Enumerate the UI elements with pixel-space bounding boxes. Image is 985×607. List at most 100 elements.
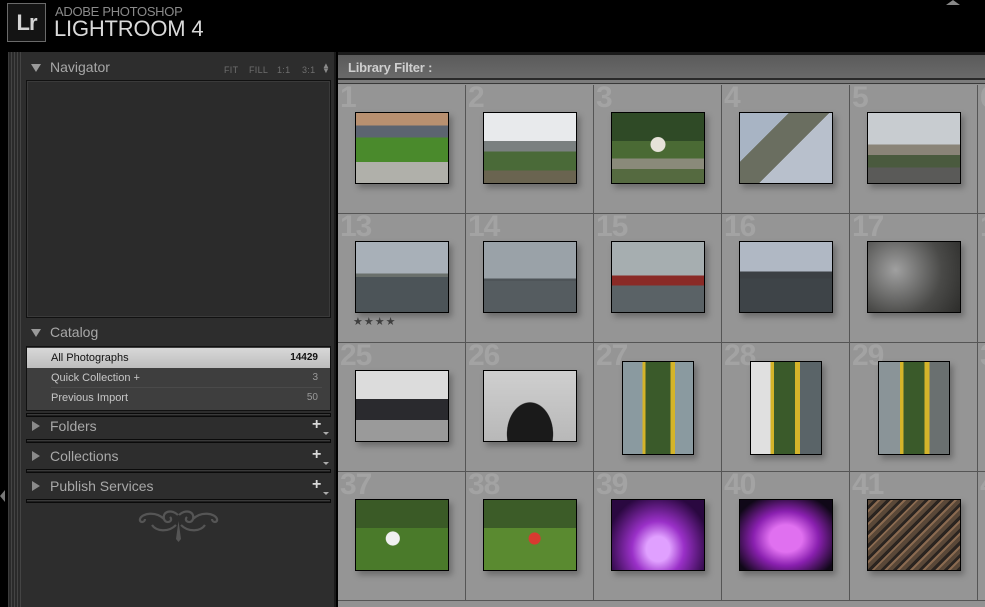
- zoom-3-1-button[interactable]: 3:1: [302, 65, 315, 75]
- photo-thumbnail-crane-against-sky[interactable]: [739, 112, 833, 184]
- collections-title: Collections: [50, 448, 119, 464]
- brand-title: LIGHTROOM 4: [54, 16, 204, 41]
- star-rating[interactable]: ★★★★: [353, 315, 396, 328]
- cell-index-number: 40: [724, 472, 756, 501]
- grid-cell[interactable]: 18: [978, 214, 985, 343]
- grid-cell[interactable]: 2: [466, 85, 594, 214]
- expand-triangle-icon: [31, 329, 41, 337]
- grid-cell[interactable]: 14: [466, 214, 594, 343]
- cell-index-number: 26: [468, 343, 500, 372]
- grid-cell[interactable]: 16: [722, 214, 850, 343]
- grid-cell[interactable]: 3: [594, 85, 722, 214]
- photo-thumbnail-river-shoreline[interactable]: [355, 241, 449, 313]
- photo-thumbnail-grey-river[interactable]: [483, 241, 577, 313]
- catalog-item-count: 50: [306, 392, 318, 403]
- panel-end-ornament-icon: [138, 510, 219, 542]
- grid-cell[interactable]: 6: [978, 85, 985, 214]
- collapsed-triangle-icon: [32, 451, 40, 461]
- publish-services-title: Publish Services: [50, 478, 154, 494]
- grid-cell[interactable]: 37: [338, 472, 466, 601]
- grid-cell[interactable]: 27: [594, 343, 722, 472]
- catalog-item-label: Quick Collection +: [51, 372, 140, 384]
- catalog-item-all-photographs[interactable]: All Photographs 14429: [27, 348, 330, 368]
- grid-cell[interactable]: 25: [338, 343, 466, 472]
- cell-index-number: 30: [980, 343, 985, 373]
- left-panel-grip[interactable]: [8, 52, 21, 607]
- navigator-header[interactable]: Navigator FIT FILL 1:1 3:1 ▲ ▼: [21, 54, 336, 80]
- catalog-item-count: 3: [312, 372, 318, 383]
- filter-bar-edge: [338, 80, 985, 84]
- grid-cell[interactable]: 4: [722, 85, 850, 214]
- grid-cell[interactable]: 41: [850, 472, 978, 601]
- grid-cell[interactable]: 39: [594, 472, 722, 601]
- cell-index-number: 13: [340, 214, 372, 243]
- catalog-header[interactable]: Catalog: [21, 319, 336, 345]
- photo-thumbnail-bridge-over-river[interactable]: [483, 112, 577, 184]
- cell-index-number: 38: [468, 472, 500, 501]
- collections-header[interactable]: Collections +: [21, 443, 336, 469]
- grid-cell[interactable]: 17: [850, 214, 978, 343]
- panel-divider: [26, 499, 331, 503]
- photo-thumbnail-container-ship[interactable]: [611, 241, 705, 313]
- catalog-item-quick-collection[interactable]: Quick Collection + 3: [27, 368, 330, 388]
- grid-cell[interactable]: 13 ★★★★: [338, 214, 466, 343]
- photo-thumbnail-wet-glass-abstract[interactable]: [867, 241, 961, 313]
- photo-thumbnail-purple-fountain[interactable]: [611, 499, 705, 571]
- navigator-preview[interactable]: [26, 80, 331, 318]
- expand-left-panel-icon[interactable]: [0, 490, 5, 502]
- catalog-item-count: 14429: [290, 352, 318, 363]
- cell-index-number: 4: [724, 85, 741, 114]
- grid-cell[interactable]: 5: [850, 85, 978, 214]
- navigator-title: Navigator: [50, 59, 110, 75]
- photo-thumbnail-city-skyline-river[interactable]: [739, 241, 833, 313]
- grid-cell[interactable]: 26: [466, 343, 594, 472]
- add-publish-service-icon[interactable]: +: [312, 477, 329, 495]
- grid-cell[interactable]: 40: [722, 472, 850, 601]
- photo-thumbnail-purple-stage[interactable]: [739, 499, 833, 571]
- grid-cell[interactable]: 15: [594, 214, 722, 343]
- zoom-stepper-icon[interactable]: ▲ ▼: [322, 62, 330, 75]
- catalog-title: Catalog: [50, 324, 99, 340]
- folders-header[interactable]: Folders +: [21, 413, 336, 439]
- photo-thumbnail-man-with-bicycle[interactable]: [355, 112, 449, 184]
- collapse-top-panel-icon[interactable]: [946, 0, 960, 5]
- photo-thumbnail-yellow-phone-booth-crowd[interactable]: [750, 361, 822, 455]
- catalog-item-label: All Photographs: [51, 352, 129, 364]
- grid-cell[interactable]: 1: [338, 85, 466, 214]
- publish-services-header[interactable]: Publish Services +: [21, 473, 336, 499]
- grid-cell[interactable]: 29: [850, 343, 978, 472]
- zoom-fit-button[interactable]: FIT: [224, 65, 238, 75]
- cell-index-number: 6: [980, 85, 985, 115]
- cell-index-number: 3: [596, 85, 613, 114]
- photo-thumbnail-man-on-bench[interactable]: [611, 112, 705, 184]
- photo-thumbnail-scrap-wood-abstract[interactable]: [867, 499, 961, 571]
- thumbnail-grid: 1 2 3 4 5 6 13 ★★★★ 14 15 16 17 18 25 26 27282930 37 38 39…: [338, 85, 985, 607]
- cell-index-number: 18: [980, 214, 985, 244]
- photo-thumbnail-picnic-white-shirt[interactable]: [355, 499, 449, 571]
- photo-thumbnail-two-men-seated[interactable]: [355, 370, 449, 442]
- zoom-1-1-button[interactable]: 1:1: [277, 65, 290, 75]
- cell-index-number: 42: [980, 472, 985, 502]
- left-panel: Navigator FIT FILL 1:1 3:1 ▲ ▼ Catalog Al…: [21, 52, 336, 607]
- photo-thumbnail-yellow-phone-booth[interactable]: [622, 361, 694, 455]
- grid-cell[interactable]: 42: [978, 472, 985, 601]
- add-collection-icon[interactable]: +: [312, 447, 329, 465]
- photo-thumbnail-harbor-with-crane[interactable]: [867, 112, 961, 184]
- grid-cell[interactable]: 28: [722, 343, 850, 472]
- collapsed-triangle-icon: [32, 481, 40, 491]
- cell-index-number: 14: [468, 214, 500, 243]
- cell-index-number: 41: [852, 472, 884, 501]
- cell-index-number: 16: [724, 214, 756, 243]
- photo-thumbnail-yellow-phone-booth-side[interactable]: [878, 361, 950, 455]
- catalog-item-previous-import[interactable]: Previous Import 50: [27, 388, 330, 408]
- add-folder-icon[interactable]: +: [312, 417, 329, 435]
- grid-cell[interactable]: 30: [978, 343, 985, 472]
- photo-thumbnail-man-hands-on-head[interactable]: [483, 370, 577, 442]
- expand-triangle-icon: [31, 64, 41, 72]
- cell-index-number: 37: [340, 472, 372, 501]
- zoom-fill-button[interactable]: FILL: [249, 65, 268, 75]
- library-grid-view: Library Filter : 1 2 3 4 5 6 13 ★★★★ 14 15 16 17 18 2…: [338, 52, 985, 607]
- grid-cell[interactable]: 38: [466, 472, 594, 601]
- photo-thumbnail-picnic-red-shirt[interactable]: [483, 499, 577, 571]
- cell-index-number: 2: [468, 85, 485, 114]
